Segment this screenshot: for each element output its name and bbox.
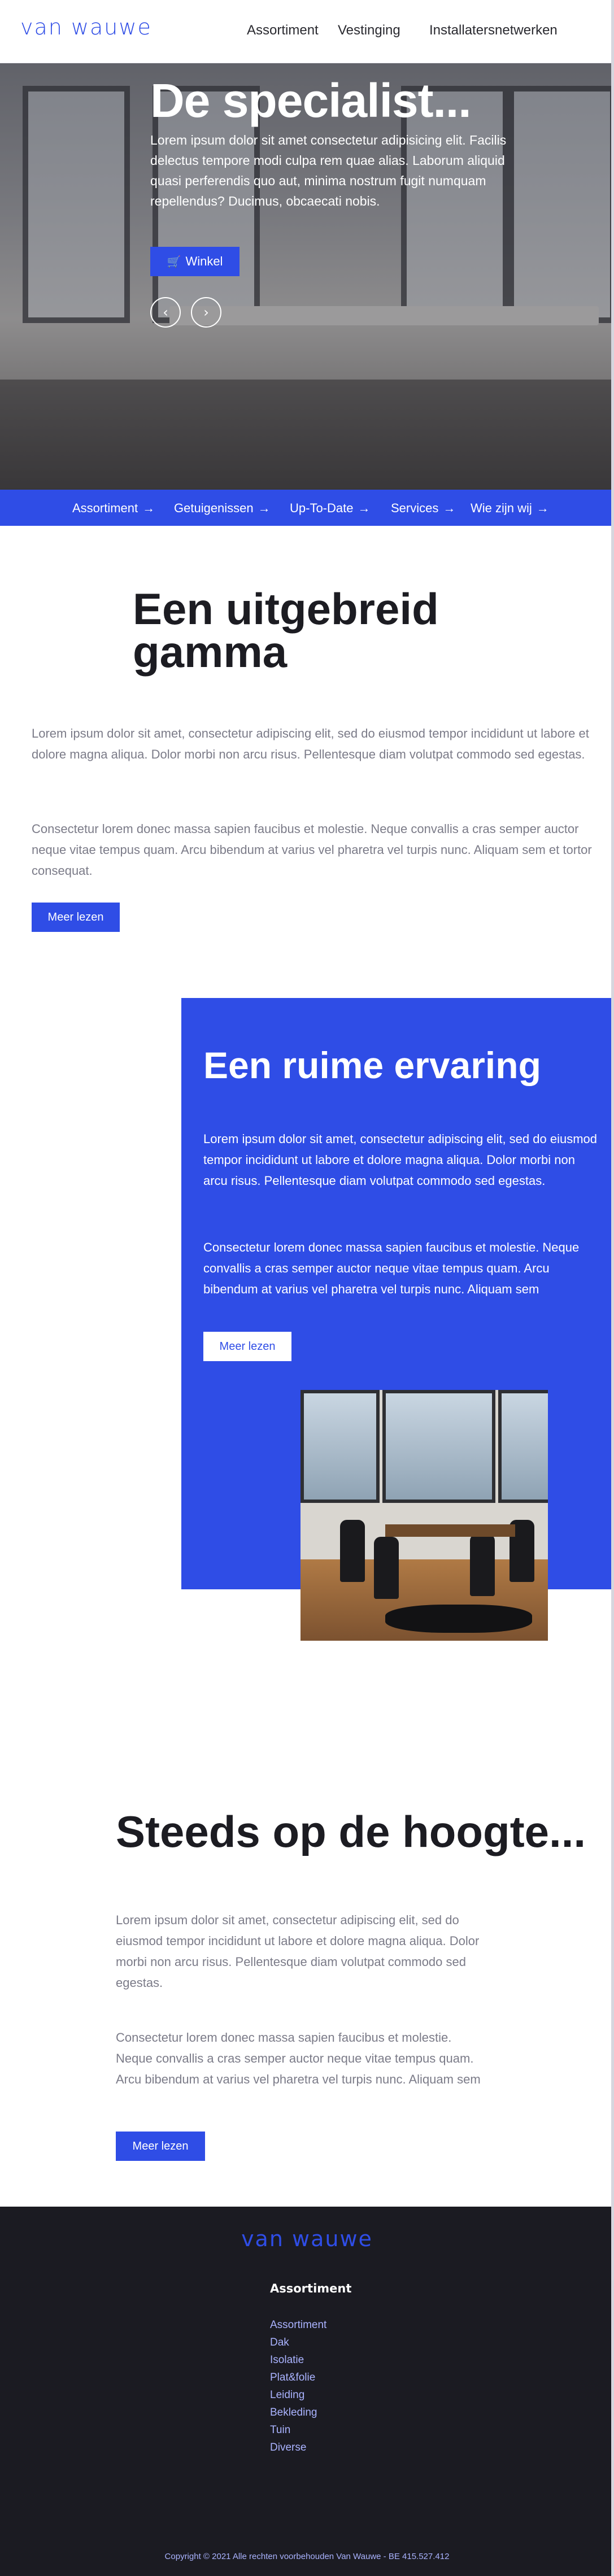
section-updates-paragraph: Consectetur lorem donec massa sapien fau… [116, 2030, 481, 2086]
chevron-left-icon: ‹ [163, 304, 168, 320]
arrow-right-icon: → [536, 501, 549, 515]
footer-link-tuin[interactable]: Tuin [270, 2421, 326, 2439]
arrow-right-icon: → [258, 501, 271, 515]
section-experience-paragraph: Lorem ipsum dolor sit amet, consectetur … [203, 1132, 598, 1188]
link-label: Services [391, 501, 439, 515]
link-wie-zijn-wij[interactable]: Wie zijn wij → [471, 501, 549, 516]
link-label: Assortiment [72, 501, 138, 515]
nav-vestinging[interactable]: Vestinging [338, 23, 400, 38]
nav-assortiment[interactable]: Assortiment [247, 23, 319, 38]
link-getuigenissen[interactable]: Getuigenissen → [174, 501, 271, 516]
footer-link-isolatie[interactable]: Isolatie [270, 2351, 326, 2369]
link-label: Wie zijn wij [471, 501, 532, 515]
section-updates-title: Steeds op de hoogte... [116, 1807, 586, 1856]
carousel-prev-button[interactable]: ‹ [150, 297, 181, 328]
link-assortiment[interactable]: Assortiment → [72, 501, 155, 516]
section-link-bar: Assortiment → Getuigenissen → Up-To-Date → … [0, 490, 611, 526]
dining-room-photo [301, 1390, 548, 1641]
photo-window [301, 1390, 380, 1503]
read-more-button[interactable]: Meer lezen [203, 1332, 291, 1361]
footer-logo[interactable]: van wauwe [0, 2226, 614, 2251]
arrow-right-icon: → [443, 501, 456, 515]
hero-text: Lorem ipsum dolor sit amet consectetur a… [150, 133, 507, 208]
photo-chair [470, 1534, 495, 1596]
copyright-text: Copyright © 2021 Alle rechten voorbehoud… [164, 2552, 450, 2561]
chevron-right-icon: › [203, 304, 209, 320]
site-header: van wauwe Assortiment Vestinging Install… [0, 0, 614, 63]
footer-link-leiding[interactable]: Leiding [270, 2386, 326, 2404]
photo-window [498, 1390, 548, 1503]
footer-link-bekleding[interactable]: Bekleding [270, 2404, 326, 2421]
link-services[interactable]: Services → [391, 501, 455, 516]
footer-link-diverse[interactable]: Diverse [270, 2439, 326, 2456]
photo-window [382, 1390, 495, 1503]
photo-rug [385, 1605, 532, 1633]
nav-installatersnetwerken[interactable]: Installatersnetwerken [429, 23, 558, 38]
photo-chair [340, 1520, 365, 1582]
page-scrollbar[interactable] [611, 0, 614, 2576]
footer-link-list: Assortiment Dak Isolatie Plat&folie Leid… [270, 2316, 326, 2456]
carousel-next-button[interactable]: › [191, 297, 221, 328]
photo-chair [374, 1537, 399, 1599]
section-experience-paragraph: Consectetur lorem donec massa sapien fau… [203, 1240, 580, 1296]
hero-title: De specialist... [150, 74, 472, 127]
footer-link-assortiment[interactable]: Assortiment [270, 2316, 326, 2334]
section-gamma-paragraph: Lorem ipsum dolor sit amet, consectetur … [32, 726, 589, 761]
read-more-button[interactable]: Meer lezen [32, 903, 120, 932]
arrow-right-icon: → [358, 501, 371, 515]
shop-button-label: Winkel [185, 254, 223, 268]
photo-table [385, 1524, 515, 1537]
site-logo[interactable]: van wauwe [20, 15, 152, 40]
section-updates-paragraph: Lorem ipsum dolor sit amet, consectetur … [116, 1913, 480, 1990]
section-experience-title: Een ruime ervaring [203, 1044, 541, 1086]
link-label: Up-To-Date [290, 501, 354, 515]
footer-heading: Assortiment [270, 2282, 352, 2295]
link-up-to-date[interactable]: Up-To-Date → [290, 501, 370, 516]
footer-link-plat-folie[interactable]: Plat&folie [270, 2369, 326, 2386]
cart-icon: 🛒 [167, 255, 181, 268]
link-label: Getuigenissen [174, 501, 254, 515]
shop-button[interactable]: 🛒 Winkel [150, 247, 239, 276]
page: van wauwe Assortiment Vestinging Install… [0, 0, 614, 2576]
section-gamma-paragraph: Consectetur lorem donec massa sapien fau… [32, 822, 592, 878]
read-more-button[interactable]: Meer lezen [116, 2132, 205, 2161]
section-gamma-title: Een uitgebreid gamma [133, 584, 439, 677]
footer-link-dak[interactable]: Dak [270, 2334, 326, 2351]
arrow-right-icon: → [142, 501, 155, 515]
